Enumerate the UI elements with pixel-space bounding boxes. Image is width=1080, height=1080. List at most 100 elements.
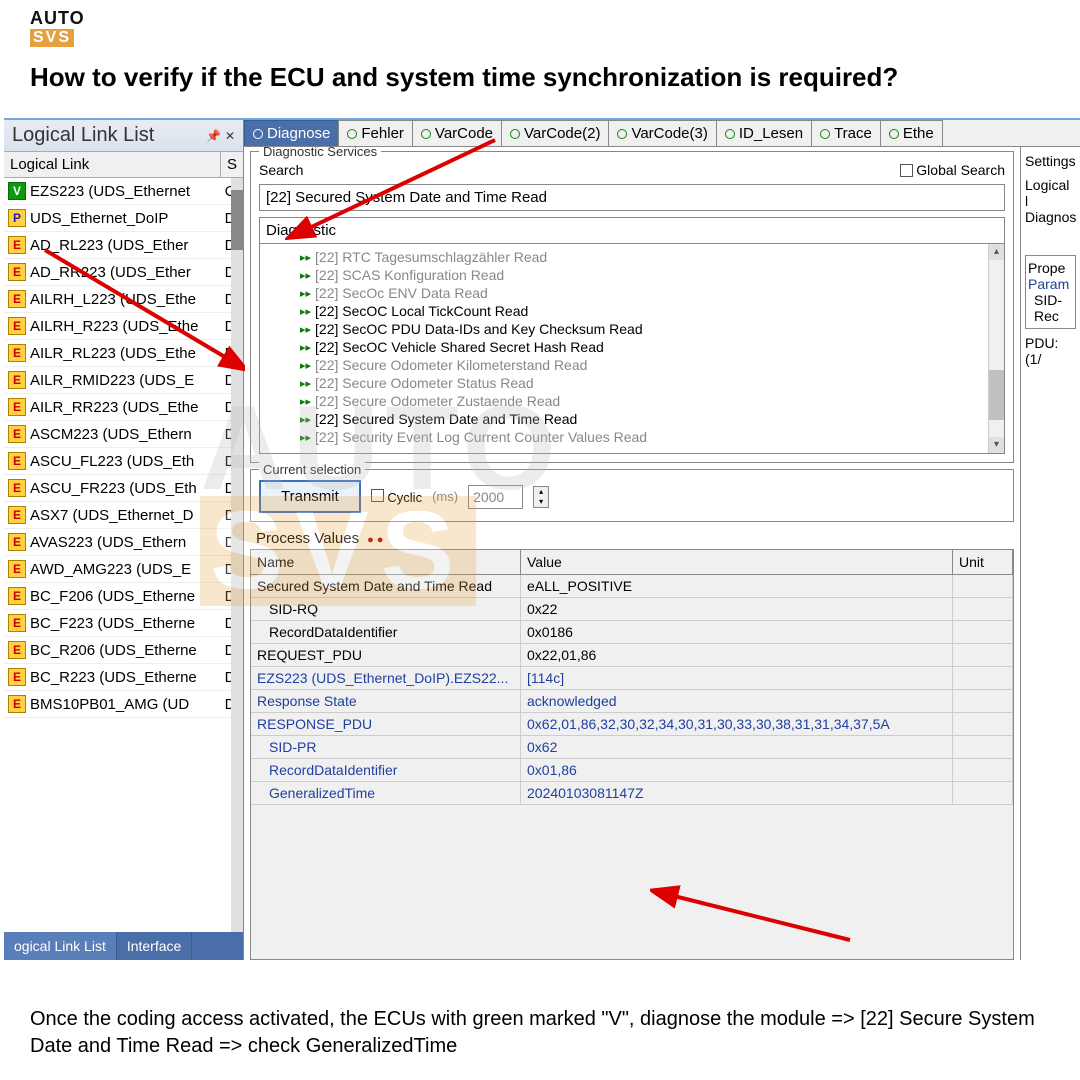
- col-status[interactable]: S: [221, 152, 243, 177]
- tab-varcode(3)[interactable]: VarCode(3): [608, 120, 716, 146]
- panel-title-bar: Logical Link List 📌 ✕: [4, 120, 243, 152]
- cell-unit: [953, 759, 1013, 781]
- top-tab-bar: DiagnoseFehlerVarCodeVarCode(2)VarCode(3…: [244, 120, 1080, 147]
- tab-varcode(2)[interactable]: VarCode(2): [501, 120, 609, 146]
- list-item[interactable]: EAD_RR223 (UDS_EtherD: [4, 259, 243, 286]
- table-row[interactable]: GeneralizedTime20240103081147Z: [251, 782, 1013, 805]
- cell-name: RESPONSE_PDU: [251, 713, 521, 735]
- tree-scrollbar[interactable]: ▴▾: [988, 244, 1004, 453]
- tree-item[interactable]: ▸▸[22] SecOc ENV Data Read: [260, 284, 1004, 302]
- item-name: BC_R206 (UDS_Etherne: [30, 642, 221, 659]
- status-badge: E: [8, 398, 26, 416]
- settings-panel: Settings Logical l Diagnos Prope Param S…: [1020, 147, 1080, 960]
- tree-item[interactable]: ▸▸[22] SecOC Local TickCount Read: [260, 302, 1004, 320]
- close-icon[interactable]: ✕: [225, 129, 235, 143]
- item-name: AILR_RR223 (UDS_Ethe: [30, 399, 221, 416]
- side-diagnos: Diagnos: [1025, 209, 1076, 225]
- table-row[interactable]: EZS223 (UDS_Ethernet_DoIP).EZS22...[114c…: [251, 667, 1013, 690]
- pin-icon[interactable]: 📌: [206, 129, 221, 143]
- status-badge: E: [8, 533, 26, 551]
- tab-indicator-icon: [510, 129, 520, 139]
- tab-fehler[interactable]: Fehler: [338, 120, 413, 146]
- cell-unit: [953, 736, 1013, 758]
- item-name: AD_RR223 (UDS_Ether: [30, 264, 221, 281]
- col-unit[interactable]: Unit: [953, 550, 1013, 574]
- logo: AUTO SVS: [30, 8, 85, 47]
- table-row[interactable]: RESPONSE_PDU0x62,01,86,32,30,32,34,30,31…: [251, 713, 1013, 736]
- cell-value: 0x0186: [521, 621, 953, 643]
- item-name: BC_F206 (UDS_Etherne: [30, 588, 221, 605]
- logo-top: AUTO: [30, 8, 85, 29]
- cell-value: eALL_POSITIVE: [521, 575, 953, 597]
- tree-item[interactable]: ▸▸[22] SecOC PDU Data-IDs and Key Checks…: [260, 320, 1004, 338]
- tree-item[interactable]: ▸▸[22] RTC Tagesumschlagzähler Read: [260, 248, 1004, 266]
- side-sid: SID-: [1028, 292, 1073, 308]
- tab-interface[interactable]: Interface: [117, 932, 192, 960]
- list-item[interactable]: EBC_R206 (UDS_EtherneD: [4, 637, 243, 664]
- tab-ethe[interactable]: Ethe: [880, 120, 943, 146]
- cell-unit: [953, 621, 1013, 643]
- cell-name: GeneralizedTime: [251, 782, 521, 804]
- item-name: AILRH_L223 (UDS_Ethe: [30, 291, 221, 308]
- item-name: AILR_RMID223 (UDS_E: [30, 372, 221, 389]
- table-row[interactable]: REQUEST_PDU0x22,01,86: [251, 644, 1013, 667]
- list-item[interactable]: EAILR_RL223 (UDS_EtheD: [4, 340, 243, 367]
- status-badge: P: [8, 209, 26, 227]
- list-item[interactable]: EAILRH_L223 (UDS_EtheD: [4, 286, 243, 313]
- list-item[interactable]: EBC_R223 (UDS_EtherneD: [4, 664, 243, 691]
- search-input[interactable]: [259, 184, 1005, 211]
- diagnostic-services-label: Diagnostic Services: [259, 147, 381, 159]
- tab-trace[interactable]: Trace: [811, 120, 881, 146]
- table-row[interactable]: Response Stateacknowledged: [251, 690, 1013, 713]
- tree-item-icon: ▸▸: [300, 269, 311, 282]
- tab-logical-link-list[interactable]: ogical Link List: [4, 932, 117, 960]
- list-item[interactable]: EAILRH_R223 (UDS_EtheD: [4, 313, 243, 340]
- cell-value: 0x62: [521, 736, 953, 758]
- item-name: BC_F223 (UDS_Etherne: [30, 615, 221, 632]
- cell-unit: [953, 598, 1013, 620]
- status-badge: E: [8, 641, 26, 659]
- list-item[interactable]: EBC_F223 (UDS_EtherneD: [4, 610, 243, 637]
- status-badge: E: [8, 506, 26, 524]
- footer-instructions: Once the coding access activated, the EC…: [30, 1006, 1050, 1060]
- item-name: AILRH_R223 (UDS_Ethe: [30, 318, 221, 335]
- list-item[interactable]: VEZS223 (UDS_EthernetC: [4, 178, 243, 205]
- checkbox-icon: [900, 164, 913, 177]
- cell-value: acknowledged: [521, 690, 953, 712]
- tree-item[interactable]: ▸▸[22] SecOC Vehicle Shared Secret Hash …: [260, 338, 1004, 356]
- col-value[interactable]: Value: [521, 550, 953, 574]
- table-row[interactable]: RecordDataIdentifier0x0186: [251, 621, 1013, 644]
- side-prope: Prope: [1028, 260, 1073, 276]
- cell-value: 0x22,01,86: [521, 644, 953, 666]
- status-badge: E: [8, 452, 26, 470]
- table-row[interactable]: SID-PR0x62: [251, 736, 1013, 759]
- global-search-checkbox[interactable]: Global Search: [900, 162, 1005, 178]
- tree-item[interactable]: ▸▸[22] Secure Odometer Kilometerstand Re…: [260, 356, 1004, 374]
- table-row[interactable]: RecordDataIdentifier0x01,86: [251, 759, 1013, 782]
- list-item[interactable]: EBMS10PB01_AMG (UDD: [4, 691, 243, 718]
- list-item[interactable]: PUDS_Ethernet_DoIPD: [4, 205, 243, 232]
- tree-item-icon: ▸▸: [300, 305, 311, 318]
- item-name: BC_R223 (UDS_Etherne: [30, 669, 221, 686]
- item-name: AD_RL223 (UDS_Ether: [30, 237, 221, 254]
- cell-value: [114c]: [521, 667, 953, 689]
- tab-varcode[interactable]: VarCode: [412, 120, 502, 146]
- status-badge: E: [8, 371, 26, 389]
- tab-indicator-icon: [253, 129, 263, 139]
- settings-label: Settings: [1025, 153, 1076, 169]
- list-item[interactable]: EAD_RL223 (UDS_EtherD: [4, 232, 243, 259]
- status-badge: E: [8, 290, 26, 308]
- tab-id_lesen[interactable]: ID_Lesen: [716, 120, 812, 146]
- status-badge: E: [8, 668, 26, 686]
- status-badge: V: [8, 182, 26, 200]
- status-badge: E: [8, 425, 26, 443]
- tree-item[interactable]: ▸▸[22] SCAS Konfiguration Read: [260, 266, 1004, 284]
- col-logical-link[interactable]: Logical Link: [4, 152, 221, 177]
- item-name: ASCU_FL223 (UDS_Eth: [30, 453, 221, 470]
- cell-name: SID-PR: [251, 736, 521, 758]
- tab-diagnose[interactable]: Diagnose: [244, 120, 339, 146]
- item-name: AILR_RL223 (UDS_Ethe: [30, 345, 221, 362]
- item-name: AWD_AMG223 (UDS_E: [30, 561, 221, 578]
- cell-name: Response State: [251, 690, 521, 712]
- cell-name: RecordDataIdentifier: [251, 759, 521, 781]
